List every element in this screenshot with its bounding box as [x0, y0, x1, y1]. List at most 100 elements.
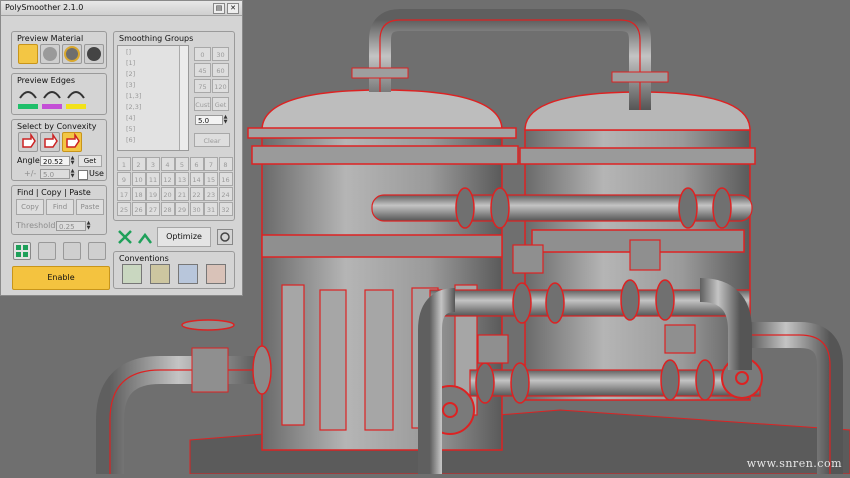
smoothing-group-button[interactable]: 18 [131, 187, 146, 201]
smoothing-group-button[interactable]: 16 [218, 172, 233, 186]
collapse-icon[interactable] [117, 229, 133, 245]
material-dark-icon[interactable] [84, 44, 104, 64]
list-scrollbar[interactable] [179, 46, 188, 150]
smoothing-angle-spinner[interactable]: ▲ ▼ [223, 115, 228, 125]
smoothing-group-button[interactable]: 15 [204, 172, 218, 186]
settings-icon[interactable]: ▤ [213, 3, 225, 14]
material-gold-sphere-icon[interactable] [62, 44, 82, 64]
angle-button[interactable]: 45 [194, 63, 211, 77]
angle-button[interactable]: 120 [212, 79, 229, 93]
smoothing-group-button[interactable]: 26 [131, 202, 146, 216]
list-item[interactable]: [1] [126, 59, 135, 67]
threshold-input[interactable]: 0.25 [56, 221, 86, 231]
concave-select-icon[interactable] [40, 132, 60, 152]
convex-select-icon[interactable] [18, 132, 38, 152]
use-checkbox[interactable] [78, 170, 88, 180]
material-sphere-icon[interactable] [40, 44, 60, 64]
smoothing-group-button[interactable]: 12 [160, 172, 175, 186]
smoothing-group-button[interactable]: 5 [175, 157, 189, 171]
target-icon[interactable] [217, 229, 233, 245]
smoothing-group-button[interactable]: 23 [204, 187, 218, 201]
material-flat-icon[interactable] [18, 44, 38, 64]
get-button[interactable]: Get [212, 97, 229, 111]
smoothing-group-button[interactable]: 17 [117, 187, 131, 201]
use-label: Use [89, 169, 104, 178]
smoothing-group-button[interactable]: 2 [131, 157, 146, 171]
edge-preview-green-icon[interactable] [18, 86, 38, 100]
smoothing-group-button[interactable]: 14 [189, 172, 204, 186]
smoothing-groups-label: Smoothing Groups [118, 34, 195, 43]
smoothing-group-button[interactable]: 24 [218, 187, 233, 201]
smoothing-group-button[interactable]: 10 [131, 172, 146, 186]
convert-b-icon[interactable] [150, 264, 170, 284]
angle-spinner[interactable]: ▲ ▼ [70, 156, 75, 166]
edge-preview-yellow-icon[interactable] [66, 86, 86, 100]
find-copy-paste-group: Find | Copy | Paste Copy Find Paste Thre… [11, 185, 107, 235]
threshold-spinner[interactable]: ▲ ▼ [86, 221, 91, 231]
angle-button[interactable]: 0 [194, 47, 211, 61]
clear-button[interactable]: Clear [194, 133, 230, 147]
smoothing-group-button[interactable]: 11 [146, 172, 160, 186]
smoothing-group-button[interactable]: 3 [146, 157, 160, 171]
paste-button[interactable]: Paste [76, 199, 104, 215]
copy-button[interactable]: Copy [16, 199, 44, 215]
preview-edges-label: Preview Edges [16, 76, 76, 85]
grid-split-icon[interactable] [63, 242, 81, 260]
expand-icon[interactable] [137, 229, 153, 245]
smoothing-group-button[interactable]: 28 [160, 202, 175, 216]
smoothing-group-button[interactable]: 13 [175, 172, 189, 186]
close-icon[interactable]: ✕ [227, 3, 239, 14]
smoothing-group-button[interactable]: 25 [117, 202, 131, 216]
list-item[interactable]: [3] [126, 81, 135, 89]
smoothing-group-button[interactable]: 6 [189, 157, 204, 171]
smoothing-angle-input[interactable]: 5.0 [195, 115, 223, 125]
smoothing-group-button[interactable]: 22 [189, 187, 204, 201]
edge-preview-purple-icon[interactable] [42, 86, 62, 100]
angle-button[interactable]: 60 [212, 63, 229, 77]
smoothing-group-button[interactable]: 7 [204, 157, 218, 171]
list-item[interactable]: [1,3] [126, 92, 141, 100]
threshold-label: Threshold: [16, 221, 59, 230]
list-item[interactable]: [] [126, 48, 131, 56]
smoothing-group-button[interactable]: 1 [117, 157, 131, 171]
grid-corner-icon[interactable] [88, 242, 106, 260]
list-item[interactable]: [5] [126, 125, 135, 133]
grid-merge-icon[interactable] [38, 242, 56, 260]
smoothing-group-button[interactable]: 8 [218, 157, 233, 171]
get-angle-button[interactable]: Get [78, 155, 102, 167]
tolerance-input[interactable]: 5.0 [40, 169, 70, 179]
smoothing-group-button[interactable]: 19 [146, 187, 160, 201]
edge-color-swatch[interactable] [42, 104, 62, 109]
find-button[interactable]: Find [46, 199, 74, 215]
angle-input[interactable]: 20.52 [40, 156, 70, 166]
enable-button[interactable]: Enable [12, 266, 110, 290]
convert-a-icon[interactable] [122, 264, 142, 284]
smoothing-group-button[interactable]: 21 [175, 187, 189, 201]
edge-color-swatch[interactable] [18, 104, 38, 109]
smoothing-group-button[interactable]: 27 [146, 202, 160, 216]
angle-button[interactable]: 75 [194, 79, 211, 93]
polysmoother-panel: PolySmoother 2.1.0 ▤ ✕ Preview Material … [0, 0, 243, 296]
smoothing-group-button[interactable]: 29 [175, 202, 189, 216]
list-item[interactable]: [4] [126, 114, 135, 122]
both-select-icon[interactable] [62, 132, 82, 152]
convert-d-icon[interactable] [206, 264, 226, 284]
tolerance-spinner[interactable]: ▲ ▼ [70, 169, 75, 179]
convert-c-icon[interactable] [178, 264, 198, 284]
edge-color-swatch[interactable] [66, 104, 86, 109]
smoothing-group-button[interactable]: 9 [117, 172, 131, 186]
list-item[interactable]: [6] [126, 136, 135, 144]
smoothing-group-button[interactable]: 20 [160, 187, 175, 201]
grid-select-icon[interactable] [13, 242, 31, 260]
smoothing-group-button[interactable]: 30 [189, 202, 204, 216]
smoothing-group-button[interactable]: 32 [218, 202, 233, 216]
angle-button[interactable]: 30 [212, 47, 229, 61]
cust-button[interactable]: Cust [194, 97, 211, 111]
watermark: www.snren.com [746, 457, 842, 470]
list-item[interactable]: [2,3] [126, 103, 141, 111]
smoothing-group-button[interactable]: 4 [160, 157, 175, 171]
smoothing-groups-list[interactable]: [] [1] [2] [3] [1,3] [2,3] [4] [5] [6] [117, 45, 189, 151]
smoothing-group-button[interactable]: 31 [204, 202, 218, 216]
list-item[interactable]: [2] [126, 70, 135, 78]
optimize-button[interactable]: Optimize [157, 227, 211, 247]
